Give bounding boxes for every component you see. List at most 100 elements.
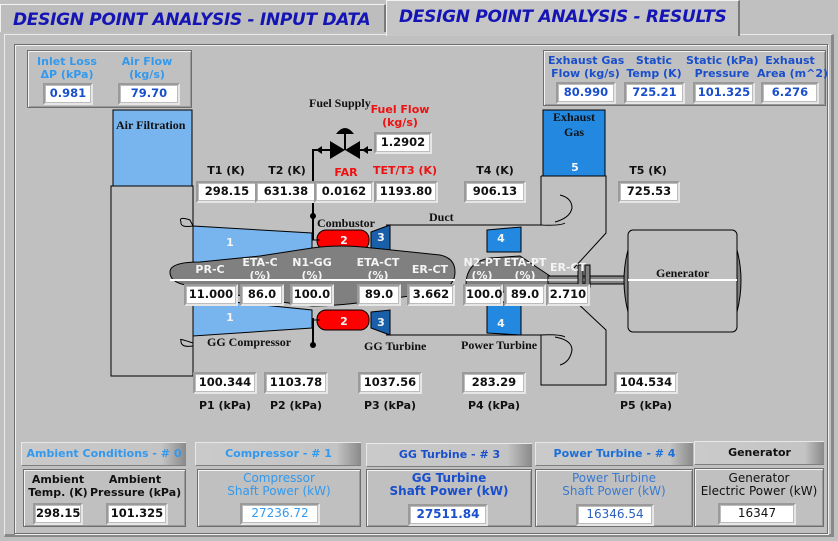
eta-pt-label: ETA-PT (%) [503, 256, 547, 282]
inlet-loss-value: 0.981 [46, 86, 90, 102]
t4-value: 906.13 [467, 184, 523, 200]
gg-turbine-button[interactable]: GG Turbine - # 3 [366, 443, 532, 467]
inlet-loss-label-line1: Inlet Loss [37, 55, 97, 68]
air-flow-value: 79.70 [121, 86, 177, 102]
ambient-temp-value: 298.15 [36, 506, 81, 522]
static-temp-indicator: 725.21 [624, 82, 685, 104]
gg-turbine-power-line1: GG Turbine [411, 471, 487, 485]
station-4-lower: 4 [497, 317, 505, 330]
eta-pt-label-line2: (%) [514, 269, 536, 282]
t2-indicator: 631.38 [255, 181, 317, 203]
static-temp-value: 725.21 [627, 85, 682, 101]
er-ct-label: ER-CT [406, 263, 454, 276]
p1-value: 100.344 [196, 375, 254, 391]
t1-label: T1 (K) [207, 164, 245, 177]
duct-label: Duct [429, 210, 454, 224]
fuel-flow-line2: (kg/s) [382, 116, 418, 129]
exhaust-gas-flow-line1: Exhaust Gas [548, 54, 625, 67]
static-pressure-line1: Static (kPa) [686, 54, 759, 67]
exhaust-area-line2: Area (m^2) [757, 67, 829, 80]
air-flow-label: Air Flow (kg/s) [112, 55, 182, 81]
fuel-flow-label: Fuel Flow (kg/s) [370, 103, 430, 129]
power-turbine-power-line2: Shaft Power (kW) [562, 484, 666, 498]
tab-results[interactable]: DESIGN POINT ANALYSIS - RESULTS [386, 0, 740, 36]
power-turbine-power-label: Power Turbine Shaft Power (kW) [535, 472, 693, 498]
static-temp-label: Static Temp (K) [622, 54, 686, 80]
exhaust-gas-flow-indicator: 80.990 [556, 82, 616, 104]
t1-value: 298.15 [199, 184, 255, 200]
n2-pt-label-line1: N2-PT [463, 256, 501, 269]
tab-input-data[interactable]: DESIGN POINT ANALYSIS - INPUT DATA [0, 4, 386, 32]
pr-c-value: 11.000 [187, 287, 235, 303]
n2-pt-label: N2-PT (%) [462, 256, 502, 282]
eta-ct-label-line2: (%) [367, 269, 389, 282]
eta-ct-label: ETA-CT (%) [352, 256, 404, 282]
compressor-button[interactable]: Compressor - # 1 [195, 442, 361, 466]
tet-value: 1193.80 [377, 184, 435, 200]
ambient-conditions-button[interactable]: Ambient Conditions - # 0 [21, 442, 186, 466]
n1-gg-value: 100.0 [293, 287, 331, 303]
er-ct-indicator: 3.662 [407, 284, 455, 306]
pr-c-indicator: 11.000 [184, 284, 238, 306]
er-pt-label: ER-CT [550, 261, 586, 274]
exhaust-area-line1: Exhaust [765, 54, 815, 67]
er-ct-value: 3.662 [410, 287, 452, 303]
t2-value: 631.38 [258, 184, 314, 200]
ambient-temp-line2: Temp. (K) [28, 486, 88, 499]
inlet-loss-indicator: 0.981 [43, 83, 93, 105]
ambient-temp-indicator: 298.15 [33, 503, 83, 525]
eta-pt-indicator: 89.0 [504, 284, 546, 306]
p2-value: 1103.78 [267, 375, 325, 391]
eta-ct-indicator: 89.0 [357, 284, 401, 306]
p5-indicator: 104.534 [614, 372, 678, 394]
static-temp-line2: Temp (K) [626, 67, 682, 80]
fuel-supply-label: Fuel Supply [309, 96, 371, 110]
generator-power-value: 16347 [721, 506, 793, 522]
eta-c-value: 86.0 [243, 287, 281, 303]
p4-indicator: 283.29 [462, 372, 526, 394]
p4-value: 283.29 [465, 375, 523, 391]
station-1-lower: 1 [226, 311, 234, 324]
inlet-loss-label: Inlet Loss ΔP (kPa) [32, 55, 102, 81]
power-turbine-label: Power Turbine [461, 338, 538, 352]
generator-power-line2: Electric Power (kW) [700, 484, 818, 498]
tet-indicator: 1193.80 [374, 181, 438, 203]
n1-gg-label-line1: N1-GG [292, 256, 332, 269]
station-2-upper: 2 [340, 234, 348, 247]
static-temp-line1: Static [635, 54, 673, 67]
eta-c-label-line1: ETA-C [242, 256, 278, 269]
air-flow-label-line1: Air Flow [121, 55, 173, 68]
exhaust-area-indicator: 6.276 [761, 82, 819, 104]
exhaust-gas-label: Exhaust Gas [549, 110, 599, 140]
station-3-upper: 3 [377, 231, 385, 244]
exhaust-area-label: Exhaust Area (m^2) [757, 54, 828, 80]
pr-c-label: PR-C [188, 263, 232, 276]
t5-label: T5 (K) [629, 164, 667, 177]
ambient-pressure-line1: Ambient [108, 473, 162, 486]
ambient-temp-label: Ambient Temp. (K) [27, 473, 89, 499]
p2-label: P2 (kPa) [269, 399, 323, 412]
power-turbine-power-line1: Power Turbine [571, 471, 657, 485]
p5-value: 104.534 [617, 375, 675, 391]
p1-label: P1 (kPa) [198, 399, 252, 412]
static-pressure-label: Static (kPa) Pressure [686, 54, 759, 80]
generator-button[interactable]: Generator [694, 441, 824, 465]
eta-c-label-line2: (%) [249, 269, 271, 282]
fuel-flow-line1: Fuel Flow [370, 103, 430, 116]
exhaust-gas-flow-label: Exhaust Gas Flow (kg/s) [548, 54, 625, 80]
air-filtration-label: Air Filtration [116, 118, 186, 132]
power-turbine-button[interactable]: Power Turbine - # 4 [535, 442, 693, 466]
static-pressure-indicator: 101.325 [693, 82, 755, 104]
p4-label: P4 (kPa) [467, 399, 521, 412]
combustor-label: Combustor [317, 216, 376, 230]
station-5: 5 [571, 161, 579, 174]
ambient-pressure-value: 101.325 [109, 506, 165, 522]
generator-power-line1: Generator [728, 471, 790, 485]
er-pt-indicator: 2.710 [546, 284, 590, 306]
compressor-power-indicator: 27236.72 [240, 503, 320, 525]
inlet-loss-label-line2: ΔP (kPa) [40, 68, 94, 81]
gg-turbine-power-line2: Shaft Power (kW) [389, 484, 509, 498]
gg-turbine-label: GG Turbine [364, 339, 427, 353]
generator-power-label: Generator Electric Power (kW) [694, 472, 824, 498]
t5-indicator: 725.53 [618, 181, 680, 203]
